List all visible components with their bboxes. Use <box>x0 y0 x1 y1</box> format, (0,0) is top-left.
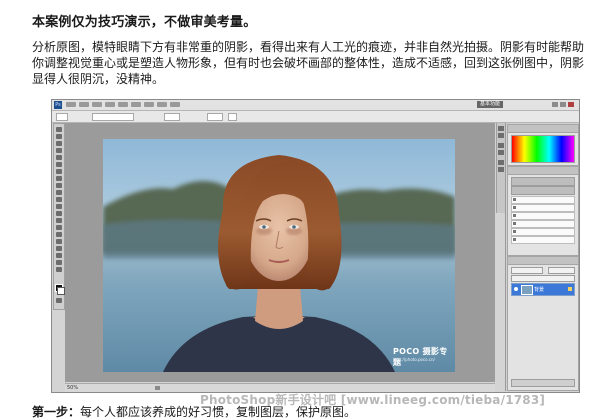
layers-footer-buttons[interactable] <box>511 379 575 387</box>
mode-select[interactable] <box>92 113 134 121</box>
brush-preset-picker[interactable] <box>56 113 68 121</box>
portrait-photo <box>103 155 455 372</box>
history-panel-icon[interactable] <box>498 126 504 131</box>
menu-item[interactable] <box>118 102 128 107</box>
layer-lock-row[interactable] <box>511 275 575 282</box>
pen-tool-icon[interactable] <box>56 225 62 230</box>
adjustment-icons-row[interactable] <box>511 177 575 186</box>
preset-list-item[interactable] <box>511 204 575 212</box>
preset-list-item[interactable] <box>511 228 575 236</box>
menu-item[interactable] <box>79 102 89 107</box>
blur-tool-icon[interactable] <box>56 211 62 216</box>
3d-tool-icon[interactable] <box>56 253 62 258</box>
step-label: 第一步： <box>32 405 81 419</box>
step-one: 第一步：每个人都应该养成的好习惯，复制图层，保护原图。 <box>32 403 356 420</box>
zoom-level[interactable]: 50% <box>67 385 78 391</box>
eye-icon[interactable] <box>514 287 518 291</box>
layer-opacity-field[interactable] <box>548 267 575 274</box>
quick-select-tool-icon[interactable] <box>56 148 62 153</box>
character-panel-icon[interactable] <box>498 160 504 165</box>
tools-panel <box>53 123 65 310</box>
lasso-tool-icon[interactable] <box>56 141 62 146</box>
actions-panel-icon[interactable] <box>498 133 504 138</box>
preset-list-item[interactable] <box>511 236 575 244</box>
layer-thumbnail <box>521 285 533 295</box>
status-arrow-icon[interactable] <box>155 386 160 390</box>
quick-mask-icon[interactable] <box>56 298 62 303</box>
menu-item[interactable] <box>66 102 76 107</box>
menu-bar: Ps 基本功能 <box>52 100 579 111</box>
step-text: 每个人都应该养成的好习惯，复制图层，保护原图。 <box>80 405 357 419</box>
article-paragraph: 分析原图，模特眼睛下方有非常重的阴影，看得出来有人工光的痕迹，并非自然光拍摄。阴… <box>32 40 585 86</box>
crop-tool-icon[interactable] <box>56 155 62 160</box>
brush-tool-icon[interactable] <box>56 176 62 181</box>
expand-icon <box>513 222 516 225</box>
menu-item[interactable] <box>92 102 102 107</box>
type-tool-icon[interactable] <box>56 232 62 237</box>
preset-list-item[interactable] <box>511 220 575 228</box>
maximize-icon[interactable] <box>560 102 566 107</box>
airbrush-toggle[interactable] <box>228 113 237 121</box>
layer-row-background[interactable]: 背景 <box>511 283 575 296</box>
background-color-swatch[interactable] <box>57 287 65 295</box>
color-panel <box>507 124 579 166</box>
article-heading: 本案例仅为技巧演示，不做审美考量。 <box>32 15 257 30</box>
eyedropper-tool-icon[interactable] <box>56 162 62 167</box>
shape-tool-icon[interactable] <box>56 246 62 251</box>
menu-item[interactable] <box>170 102 180 107</box>
color-sliders[interactable] <box>511 135 575 163</box>
gradient-tool-icon[interactable] <box>56 204 62 209</box>
panel-icon-strip <box>496 123 505 213</box>
expand-icon <box>513 214 516 217</box>
blend-mode-select[interactable] <box>511 267 543 274</box>
canvas-watermark-url: http://photo.poco.cn/ <box>393 357 435 362</box>
expand-icon <box>513 198 516 201</box>
marquee-tool-icon[interactable] <box>56 134 62 139</box>
zoom-tool-icon[interactable] <box>56 267 62 272</box>
dodge-tool-icon[interactable] <box>56 218 62 223</box>
minimize-icon[interactable] <box>552 102 558 107</box>
brush-panel-icon[interactable] <box>498 143 504 148</box>
photoshop-window: Ps 基本功能 POCO 摄影专题 http://photo.poco.cn/ … <box>51 99 580 393</box>
preset-list-item[interactable] <box>511 212 575 220</box>
clone-source-panel-icon[interactable] <box>498 150 504 155</box>
menu-item[interactable] <box>131 102 141 107</box>
layers-panel-tabs <box>508 257 578 272</box>
healing-brush-tool-icon[interactable] <box>56 169 62 174</box>
layers-panel: 背景 <box>507 256 579 391</box>
options-bar <box>52 111 579 123</box>
close-icon[interactable] <box>568 102 574 107</box>
color-panel-tabs <box>508 125 578 140</box>
expand-icon <box>513 206 516 209</box>
adjustment-icons-row[interactable] <box>511 186 575 195</box>
path-select-tool-icon[interactable] <box>56 239 62 244</box>
adjustments-panel-tabs <box>508 167 578 182</box>
paragraph-panel-icon[interactable] <box>498 167 504 172</box>
hand-tool-icon[interactable] <box>56 260 62 265</box>
right-panels: 背景 <box>505 123 579 391</box>
layer-name: 背景 <box>534 287 545 293</box>
menu-item[interactable] <box>157 102 167 107</box>
eraser-tool-icon[interactable] <box>56 197 62 202</box>
expand-icon <box>513 238 516 241</box>
clone-stamp-tool-icon[interactable] <box>56 183 62 188</box>
opacity-field[interactable] <box>164 113 180 121</box>
ps-logo-icon: Ps <box>54 101 62 109</box>
workspace-button[interactable]: 基本功能 <box>477 101 504 108</box>
preset-list-item[interactable] <box>511 196 575 204</box>
menu-item[interactable] <box>144 102 154 107</box>
photo-canvas[interactable]: POCO 摄影专题 http://photo.poco.cn/ <box>103 139 455 372</box>
document-workspace: POCO 摄影专题 http://photo.poco.cn/ <box>65 123 495 382</box>
flow-field[interactable] <box>207 113 223 121</box>
menu-item[interactable] <box>105 102 115 107</box>
expand-icon <box>513 230 516 233</box>
adjustments-panel <box>507 166 579 256</box>
move-tool-icon[interactable] <box>56 127 62 132</box>
lock-icon <box>568 287 572 291</box>
history-brush-tool-icon[interactable] <box>56 190 62 195</box>
